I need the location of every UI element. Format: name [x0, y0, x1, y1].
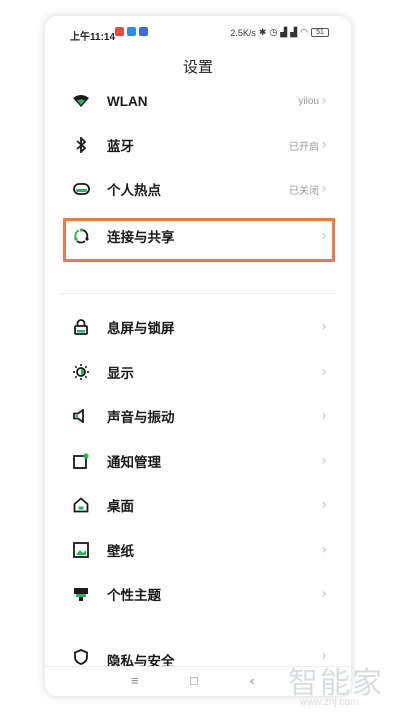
speaker-icon — [72, 407, 90, 425]
settings-item-label: 声音与振动 — [107, 410, 175, 425]
status-time: 上午11:14 — [70, 32, 116, 43]
highlight-box — [63, 218, 335, 262]
settings-item-lockscreen[interactable]: 息屏与锁屏 › — [45, 305, 351, 349]
settings-item-label: 息屏与锁屏 — [107, 321, 175, 336]
settings-item-label: 蓝牙 — [107, 139, 134, 154]
status-app-icons — [115, 27, 148, 36]
battery-icon: 51 — [311, 28, 329, 37]
back-icon[interactable]: ‹ — [250, 673, 254, 688]
chevron-right-icon: › — [321, 408, 327, 424]
settings-item-bluetooth[interactable]: 蓝牙 已开启 › — [45, 123, 351, 167]
home-icon — [72, 496, 90, 514]
wifi-icon — [72, 92, 90, 110]
lock-icon — [72, 318, 90, 336]
settings-item-label: 壁纸 — [107, 544, 134, 559]
chevron-right-icon: › — [321, 364, 327, 380]
settings-item-desktop[interactable]: 桌面 › — [45, 483, 351, 527]
section-divider — [45, 289, 351, 299]
privacy-icon — [72, 648, 90, 666]
settings-item-label: 个性主题 — [107, 588, 161, 603]
bluetooth-status-icon: ✱ — [258, 27, 267, 37]
wifi-status-icon: ◠ — [300, 27, 308, 37]
chevron-right-icon: › — [321, 93, 327, 109]
phone-screen: 上午11:14 2.5K/s ✱ ◷ ▟ ▟ ◠ 51 设置 WLAN yilo… — [45, 16, 351, 696]
status-bar: 上午11:14 2.5K/s ✱ ◷ ▟ ▟ ◠ 51 — [45, 16, 351, 52]
settings-item-wallpaper[interactable]: 壁纸 › — [45, 528, 351, 572]
settings-item-sound[interactable]: 声音与振动 › — [45, 394, 351, 438]
network-speed: 2.5K/s — [230, 27, 256, 38]
settings-item-wlan[interactable]: WLAN yilou › — [45, 79, 351, 123]
settings-item-label: 个人热点 — [107, 183, 161, 198]
app-notification-icon — [115, 27, 124, 36]
alarm-icon: ◷ — [269, 27, 278, 37]
app-notification-icon — [127, 27, 136, 36]
settings-item-value: 已开启 — [289, 141, 319, 153]
settings-item-value: 已关闭 — [289, 185, 319, 197]
settings-item-theme[interactable]: 个性主题 › — [45, 572, 351, 616]
menu-icon[interactable]: ≡ — [131, 673, 139, 688]
settings-item-label: 通知管理 — [107, 455, 161, 470]
watermark-url: www.znj.com — [300, 697, 359, 708]
app-notification-icon — [139, 27, 148, 36]
watermark-logo: 智能家 — [288, 666, 384, 701]
page-title: 设置 — [182, 59, 213, 76]
status-right: 2.5K/s ✱ ◷ ▟ ▟ ◠ 51 — [230, 27, 329, 38]
chevron-right-icon: › — [321, 137, 327, 153]
chevron-right-icon: › — [321, 586, 327, 602]
chevron-right-icon: › — [321, 319, 327, 335]
signal-icon: ▟ — [290, 27, 298, 37]
chevron-right-icon: › — [321, 497, 327, 513]
settings-item-label: WLAN — [107, 93, 148, 109]
signal-icon: ▟ — [280, 27, 288, 37]
settings-item-value: yilou — [298, 95, 319, 107]
chevron-right-icon: › — [321, 181, 327, 197]
home-button-icon[interactable]: □ — [190, 673, 198, 688]
notification-icon — [72, 452, 90, 470]
hotspot-icon — [72, 180, 90, 198]
chevron-right-icon: › — [321, 542, 327, 558]
settings-item-display[interactable]: 显示 › — [45, 350, 351, 394]
bluetooth-icon — [72, 136, 90, 154]
theme-icon — [72, 585, 90, 603]
wallpaper-icon — [72, 541, 90, 559]
chevron-right-icon: › — [321, 453, 327, 469]
brightness-icon — [72, 363, 90, 381]
settings-item-label: 显示 — [107, 366, 134, 381]
settings-item-label: 桌面 — [107, 499, 134, 514]
settings-item-label: 隐私与安全 — [107, 654, 175, 666]
settings-item-hotspot[interactable]: 个人热点 已关闭 › — [45, 167, 351, 211]
settings-item-notifications[interactable]: 通知管理 › — [45, 439, 351, 483]
